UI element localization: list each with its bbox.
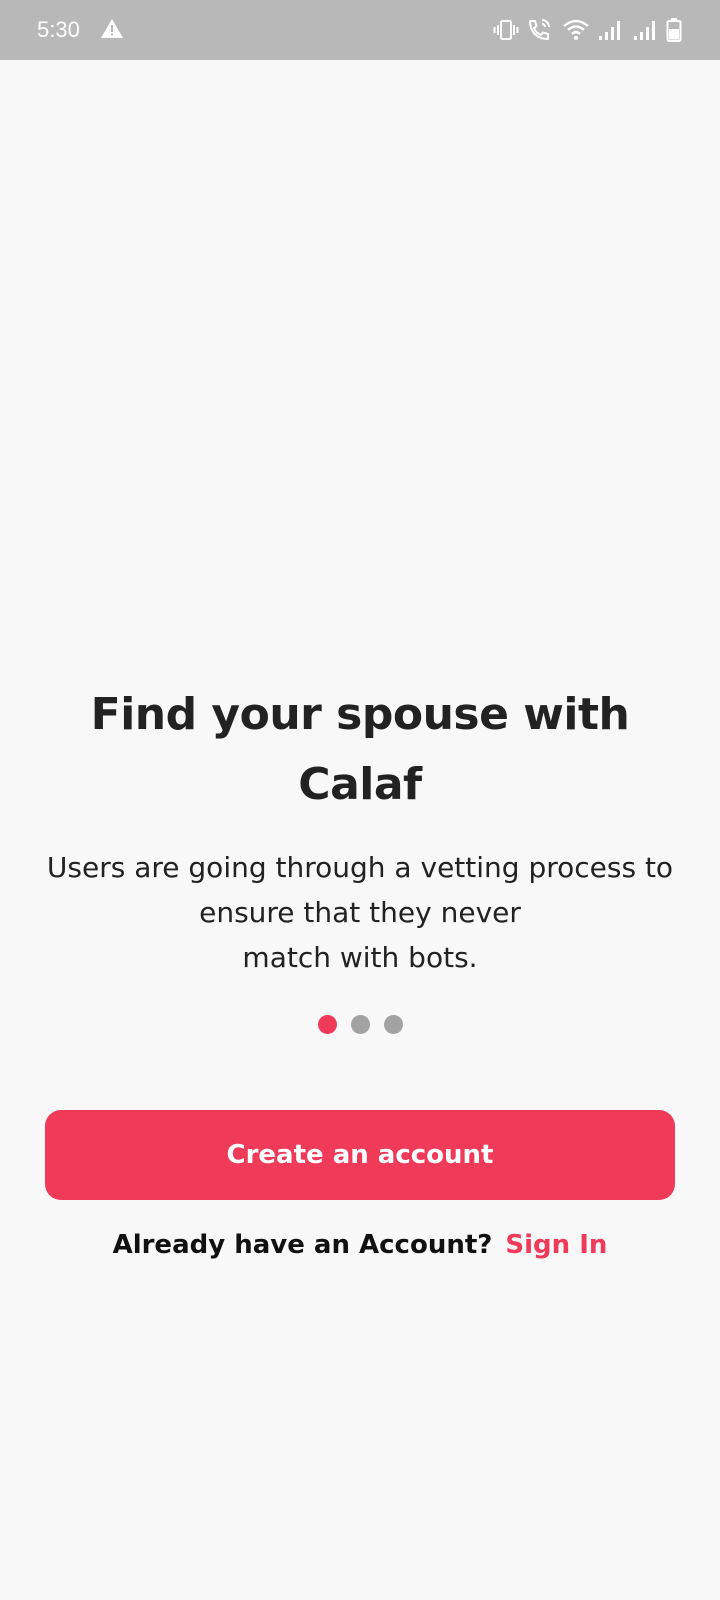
battery-icon (666, 17, 682, 43)
status-time: 5:30 (37, 17, 80, 42)
signin-row: Already have an Account? Sign In (0, 1225, 720, 1265)
sign-in-link[interactable]: Sign In (505, 1230, 607, 1260)
signal-icon (598, 17, 622, 43)
subtitle-line: ensure that they never (199, 896, 521, 929)
vibrate-icon (493, 17, 519, 43)
page-dot-2[interactable] (350, 1015, 370, 1034)
wifi-calling-icon (526, 17, 552, 43)
page-indicator (0, 1015, 720, 1035)
signal-icon (633, 17, 657, 43)
subtitle-line: Users are going through a vetting proces… (46, 851, 674, 884)
wifi-icon (563, 17, 589, 43)
page-dot-3[interactable] (383, 1015, 403, 1034)
page-title: Find your spouse with Calaf (90, 689, 630, 810)
subtitle: Users are going through a vetting proces… (10, 845, 710, 980)
page-dot-1[interactable] (317, 1015, 337, 1034)
create-account-button[interactable]: Create an account (45, 1110, 675, 1200)
signin-prompt: Already have an Account? (112, 1230, 493, 1260)
onboarding-screen: Find your spouse with Calaf Users are go… (0, 60, 720, 1600)
status-bar: 5:30 (0, 0, 720, 60)
subtitle-line: match with bots. (242, 941, 478, 974)
alert-icon (100, 17, 124, 43)
